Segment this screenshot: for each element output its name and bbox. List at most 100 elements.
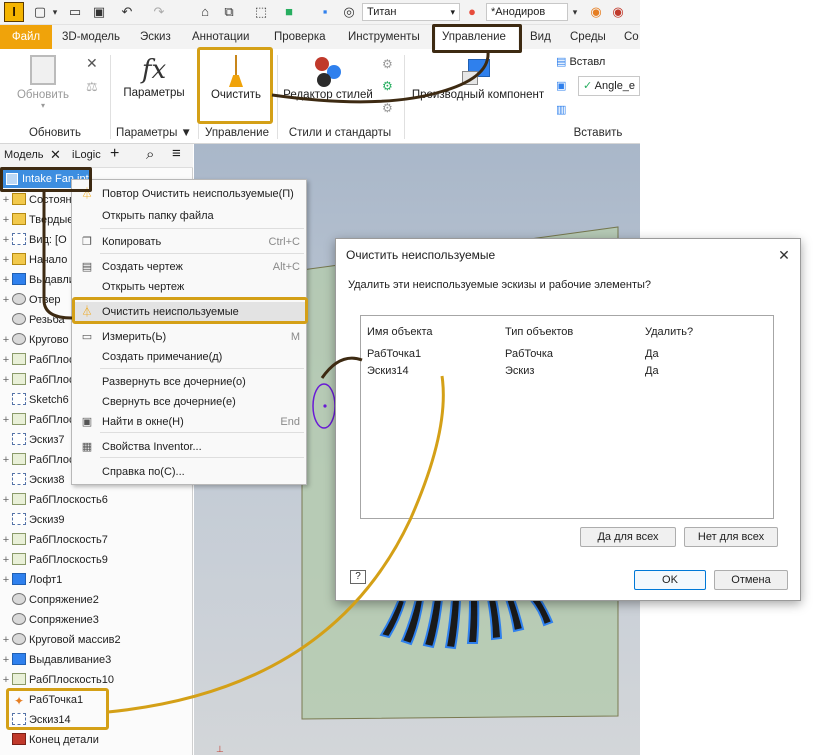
expand-icon[interactable]: + <box>0 530 12 550</box>
clear-appearance-icon[interactable]: ◉ <box>610 4 626 20</box>
home-icon[interactable]: ⌂ <box>196 4 214 20</box>
tab-view[interactable]: Вид <box>524 25 557 49</box>
style-purge-icon[interactable]: ⚙ <box>382 101 393 115</box>
redo-icon[interactable]: ↷ <box>150 4 168 20</box>
close-icon[interactable]: ✕ <box>50 147 61 163</box>
expand-icon[interactable]: + <box>0 630 12 650</box>
angle-parameter-field[interactable]: ✓ Angle_e <box>578 76 640 96</box>
column-header-type[interactable]: Тип объектов <box>505 326 573 338</box>
expand-icon[interactable]: + <box>0 650 12 670</box>
tree-item[interactable]: Сопряжение2 <box>0 590 193 610</box>
expand-icon[interactable]: + <box>0 550 12 570</box>
tab-annotate[interactable]: Аннотации <box>186 25 255 49</box>
scale-icon[interactable]: ⚖ <box>86 79 98 95</box>
save-icon[interactable]: ▣ <box>90 4 108 20</box>
column-header-name[interactable]: Имя объекта <box>367 326 433 338</box>
color-wheel-icon[interactable]: ● <box>464 4 480 20</box>
group-label-parameters[interactable]: Параметры ▼ <box>110 123 198 143</box>
context-menu-item[interactable]: Развернуть все дочерние(о) <box>72 372 306 392</box>
expand-icon[interactable]: + <box>0 330 12 350</box>
open-folder-icon[interactable]: ▭ <box>66 4 84 20</box>
tree-item[interactable]: + Круговой массив2 <box>0 630 193 650</box>
expand-icon[interactable]: + <box>0 370 12 390</box>
inventor-app-icon[interactable]: I <box>4 2 24 22</box>
context-menu-item[interactable]: Справка по(С)... <box>72 462 306 482</box>
material-select[interactable]: Титан ▾ <box>362 3 460 21</box>
context-menu-item[interactable]: Создать примечание(д) <box>72 347 306 367</box>
tree-item[interactable]: + РабПлоскость7 <box>0 530 193 550</box>
context-menu-item[interactable]: Свернуть все дочерние(е) <box>72 392 306 412</box>
expand-icon[interactable]: + <box>0 670 12 690</box>
context-menu-item[interactable]: ▦ Свойства Inventor... <box>72 437 306 457</box>
select-icon[interactable]: ⬚ <box>252 4 270 20</box>
context-menu-item[interactable]: ▣ Найти в окне(Н) End <box>72 412 306 432</box>
attach-icon[interactable]: ▣ <box>556 79 566 92</box>
expand-icon[interactable]: + <box>0 350 12 370</box>
properties-icon[interactable]: ▪ <box>316 4 334 20</box>
tree-item[interactable]: + РабПлоскость10 <box>0 670 193 690</box>
expand-icon[interactable]: + <box>0 270 12 290</box>
ok-button[interactable]: OK <box>634 570 706 590</box>
derived-component-button[interactable]: Производный компонент <box>408 53 548 113</box>
style-update-icon[interactable]: ⚙ <box>382 57 393 71</box>
table-row[interactable]: Эскиз14 Эскиз Да <box>361 363 773 380</box>
tree-item[interactable]: Сопряжение3 <box>0 610 193 630</box>
close-icon[interactable]: ✕ <box>772 243 796 267</box>
tab-sketch[interactable]: Эскиз <box>134 25 177 49</box>
context-menu-item[interactable]: ▭ Измерить(Ь) M <box>72 327 306 347</box>
style-save-icon[interactable]: ⚙ <box>382 79 393 93</box>
search-icon[interactable]: ⌕ <box>146 146 154 163</box>
update-button[interactable]: Обновить ▾ <box>8 53 78 113</box>
context-menu-item[interactable]: Открыть чертеж <box>72 277 306 297</box>
table-row[interactable]: РабТочка1 РабТочка Да <box>361 346 773 363</box>
insert-object-button[interactable]: ▤ Вставл <box>556 55 605 68</box>
cancel-button[interactable]: Отмена <box>714 570 788 590</box>
tree-item[interactable]: + РабПлоскость9 <box>0 550 193 570</box>
unused-objects-list[interactable]: Имя объекта Тип объектов Удалить? РабТоч… <box>360 315 774 519</box>
update-icon[interactable]: ⧉ <box>220 4 238 20</box>
tab-file[interactable]: Файл <box>0 25 52 49</box>
no-for-all-button[interactable]: Нет для всех <box>684 527 778 547</box>
parameters-button[interactable]: fx Параметры <box>114 53 194 113</box>
menu-icon[interactable]: ≡ <box>172 145 181 162</box>
tree-item[interactable]: + РабПлоскость6 <box>0 490 193 510</box>
add-tab-icon[interactable]: + <box>110 145 119 163</box>
expand-icon[interactable]: + <box>0 190 12 210</box>
material-sphere-icon[interactable]: ◎ <box>340 4 358 20</box>
tab-environments[interactable]: Среды <box>564 25 612 49</box>
tree-item[interactable]: + Лофт1 <box>0 570 193 590</box>
expand-icon[interactable]: + <box>0 210 12 230</box>
expand-icon[interactable]: + <box>0 570 12 590</box>
chevron-down-icon[interactable]: ▾ <box>50 4 60 20</box>
expand-icon[interactable]: + <box>0 230 12 250</box>
expand-icon[interactable]: + <box>0 450 12 470</box>
tab-3d-model[interactable]: 3D-модель <box>56 25 126 49</box>
tab-ilogic[interactable]: iLogic <box>72 149 101 161</box>
tree-item[interactable]: + Выдавливание3 <box>0 650 193 670</box>
context-menu-item[interactable]: ❐ Копировать Ctrl+C <box>72 232 306 252</box>
tab-model[interactable]: Модель <box>4 149 43 161</box>
yes-for-all-button[interactable]: Да для всех <box>580 527 676 547</box>
appearance-override-icon[interactable]: ◉ <box>588 4 604 20</box>
tools-wrench-icon[interactable]: ✕ <box>86 55 98 72</box>
context-menu-item[interactable]: ⏃ Повтор Очистить неиспользуемые(П) <box>72 184 306 204</box>
context-menu-item[interactable]: Открыть папку файла <box>72 206 306 226</box>
context-menu-item[interactable]: ▤ Создать чертеж Alt+C <box>72 257 306 277</box>
expand-icon[interactable]: + <box>0 290 12 310</box>
expand-icon[interactable]: + <box>0 410 12 430</box>
column-header-delete[interactable]: Удалить? <box>645 326 693 338</box>
new-file-icon[interactable]: ▢ <box>32 4 48 20</box>
undo-icon[interactable]: ↶ <box>118 4 136 20</box>
help-icon[interactable]: ? <box>350 570 366 584</box>
expand-icon[interactable]: + <box>0 250 12 270</box>
expand-icon[interactable]: + <box>0 490 12 510</box>
tree-item[interactable]: Эскиз9 <box>0 510 193 530</box>
tab-inspect[interactable]: Проверка <box>268 25 332 49</box>
chevron-down-icon[interactable]: ▾ <box>570 4 580 20</box>
3d-box-icon[interactable]: ■ <box>280 4 298 20</box>
appearance-select[interactable]: *Анодиров <box>486 3 568 21</box>
tab-tools[interactable]: Инструменты <box>342 25 426 49</box>
style-editor-button[interactable]: Редактор стилей <box>280 53 376 113</box>
insert-file-icon[interactable]: ▥ <box>556 103 566 116</box>
tree-item[interactable]: Конец детали <box>0 730 193 750</box>
